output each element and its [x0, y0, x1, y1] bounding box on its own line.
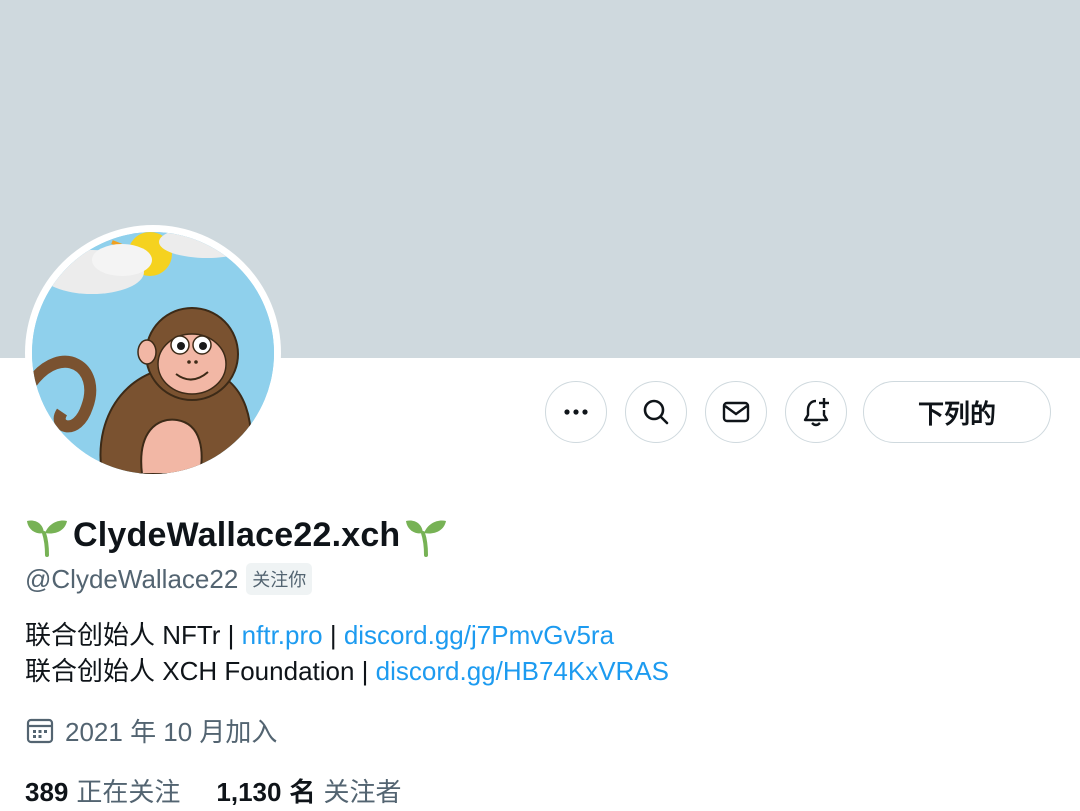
display-name-row: ClydeWallace22.xch	[25, 510, 448, 560]
followers-stat[interactable]: 1,130 名 关注者	[216, 772, 401, 809]
more-button[interactable]	[545, 381, 607, 443]
avatar-frame	[25, 225, 281, 481]
more-horizontal-icon	[564, 409, 588, 415]
bio-text: 联合创始人 XCH Foundation |	[25, 656, 376, 686]
calendar-icon	[26, 718, 54, 744]
seedling-icon	[27, 520, 67, 557]
bio-link-nftr[interactable]: nftr.pro	[242, 620, 323, 650]
search-icon	[643, 399, 669, 425]
bio-separator: |	[322, 620, 344, 650]
bio-line-1: 联合创始人 NFTr | nftr.pro | discord.gg/j7Pmv…	[25, 617, 669, 653]
bell-plus-icon	[803, 398, 829, 427]
bio-text: 联合创始人 NFTr |	[25, 620, 242, 650]
followers-unit: 名	[289, 776, 316, 807]
envelope-icon	[722, 401, 750, 423]
profile-bio: 联合创始人 NFTr | nftr.pro | discord.gg/j7Pmv…	[25, 617, 669, 689]
following-button[interactable]: 下列的	[863, 381, 1051, 443]
bio-link-discord-1[interactable]: discord.gg/j7PmvGv5ra	[344, 620, 614, 650]
following-label: 正在关注	[76, 776, 181, 807]
search-button[interactable]	[625, 381, 687, 443]
followers-count: 1,130	[216, 776, 282, 807]
follow-stats: 389 正在关注 1,130 名 关注者	[25, 772, 402, 808]
join-date: 2021 年 10 月加入	[25, 712, 277, 748]
display-name: ClydeWallace22.xch	[73, 515, 401, 554]
follows-you-badge: 关注你	[246, 563, 313, 595]
bio-link-discord-2[interactable]: discord.gg/HB74KxVRAS	[376, 656, 669, 686]
avatar[interactable]	[32, 232, 274, 474]
following-stat[interactable]: 389 正在关注	[25, 772, 180, 809]
followers-label: 关注者	[323, 776, 402, 807]
handle-row: @ClydeWallace22 关注你	[25, 562, 313, 596]
user-handle: @ClydeWallace22	[25, 563, 239, 594]
message-button[interactable]	[705, 381, 767, 443]
monkey-avatar-image	[32, 232, 274, 474]
notify-button[interactable]	[785, 381, 847, 443]
seedling-icon	[406, 520, 447, 557]
bio-line-2: 联合创始人 XCH Foundation | discord.gg/HB74Kx…	[25, 653, 669, 689]
join-date-text: 2021 年 10 月加入	[65, 716, 278, 747]
following-count: 389	[25, 776, 69, 807]
